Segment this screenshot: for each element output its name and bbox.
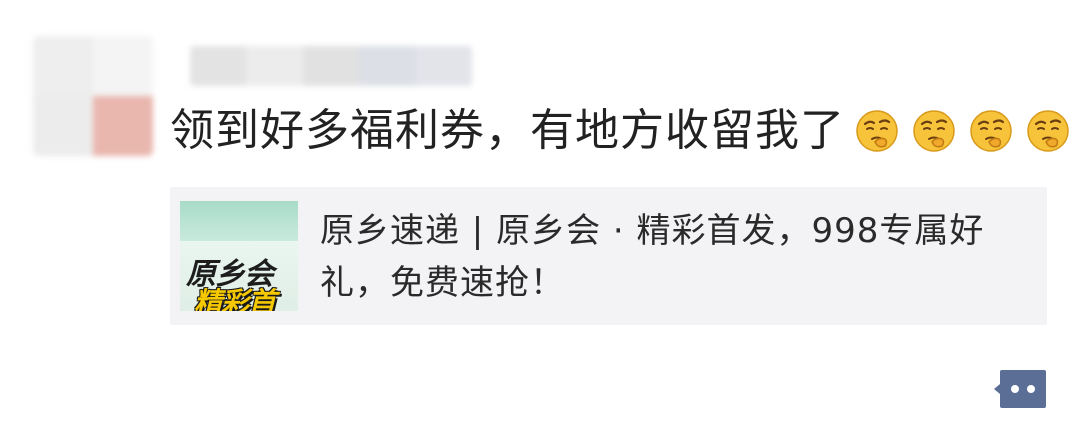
comment-dots-icon[interactable] [992, 367, 1048, 411]
avatar[interactable] [33, 36, 153, 156]
nickname[interactable] [190, 46, 472, 86]
link-title: 原乡速递 | 原乡会 · 精彩首发，998专属好礼，免费速抢！ [320, 211, 985, 303]
thinking-face-icon [913, 110, 955, 152]
link-thumbnail: 原乡会 精彩首发 [180, 201, 298, 311]
shared-link-card[interactable]: 原乡会 精彩首发 原乡速递 | 原乡会 · 精彩首发，998专属好礼，免费速抢！ [170, 187, 1047, 325]
post-text: 领到好多福利券，有地方收留我了 [170, 105, 845, 156]
emoji-group [855, 109, 1070, 153]
post-content: 领到好多福利券，有地方收留我了 [170, 101, 1070, 161]
thinking-face-icon [856, 110, 898, 152]
moments-post: 领到好多福利券，有地方收留我了 原乡会 精彩首 原乡速递 | 原乡会 · 精彩首… [0, 0, 1080, 433]
thinking-face-icon [970, 110, 1012, 152]
thumbnail-subtitle: 精彩首发 [194, 286, 276, 311]
thinking-face-icon [1027, 110, 1069, 152]
